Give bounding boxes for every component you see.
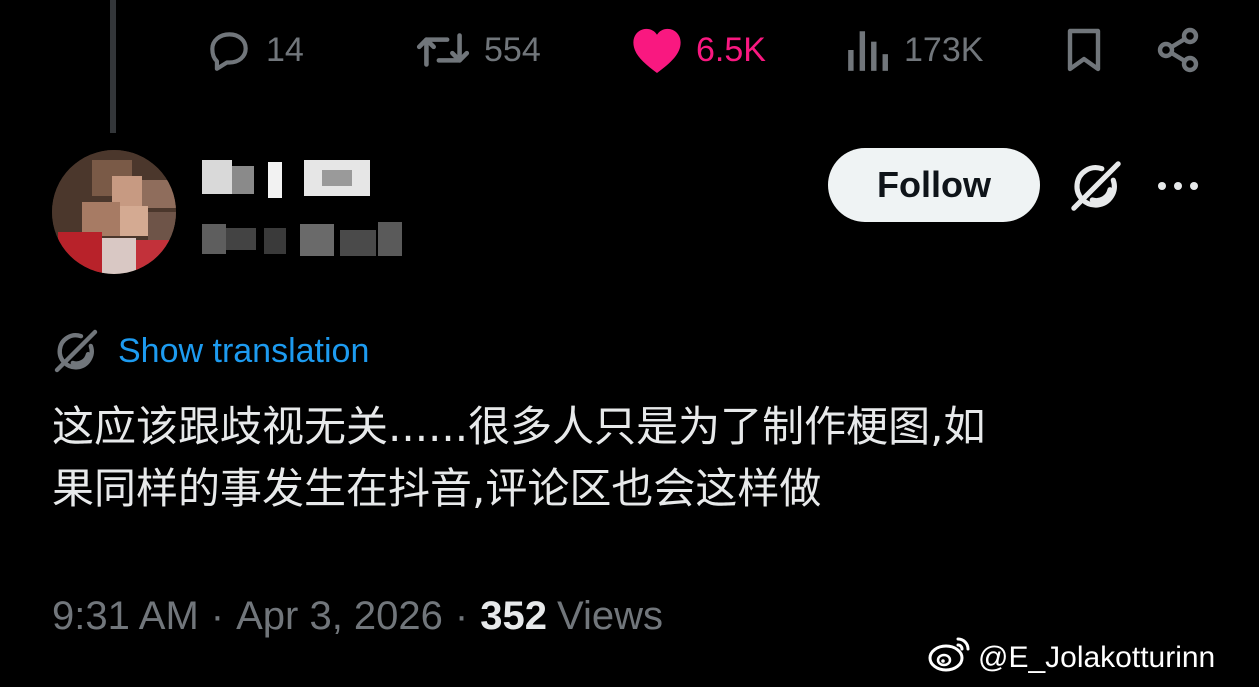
avatar-pixel bbox=[82, 202, 120, 236]
watermark-handle: @E_Jolakotturinn bbox=[978, 641, 1216, 674]
views-button[interactable]: 173K bbox=[846, 20, 983, 80]
views-icon bbox=[846, 25, 892, 75]
views-label: Views bbox=[557, 594, 663, 638]
pixel-block bbox=[202, 224, 226, 254]
reply-count: 14 bbox=[266, 30, 304, 69]
views-count-action: 173K bbox=[904, 30, 984, 69]
follow-button[interactable]: Follow bbox=[828, 148, 1040, 222]
translate-row: Show translation bbox=[52, 328, 369, 374]
pixel-block bbox=[340, 230, 376, 256]
repost-icon bbox=[414, 25, 472, 75]
share-button[interactable] bbox=[1154, 26, 1202, 74]
tweet-meta: 9:31 AM · Apr 3, 2026 · 352 Views bbox=[52, 594, 663, 639]
pixel-block bbox=[378, 222, 402, 256]
like-count: 6.5K bbox=[696, 30, 766, 69]
show-translation-link[interactable]: Show translation bbox=[118, 332, 369, 371]
bookmark-button[interactable] bbox=[1060, 26, 1108, 74]
reply-button[interactable]: 14 bbox=[204, 20, 304, 80]
grok-button[interactable] bbox=[1068, 158, 1124, 214]
avatar-pixel bbox=[102, 238, 136, 274]
pixel-block bbox=[300, 224, 334, 256]
weibo-icon bbox=[928, 635, 972, 681]
avatar[interactable] bbox=[52, 150, 176, 274]
meta-separator: · bbox=[454, 594, 469, 638]
pixel-block bbox=[322, 170, 352, 186]
avatar-pixel bbox=[120, 206, 148, 236]
reply-icon bbox=[204, 25, 254, 75]
like-icon bbox=[630, 25, 684, 75]
grok-icon bbox=[1068, 161, 1124, 218]
pixel-block bbox=[226, 228, 256, 250]
repost-count: 554 bbox=[484, 30, 541, 69]
translate-icon bbox=[52, 327, 100, 375]
repost-button[interactable]: 554 bbox=[414, 20, 541, 80]
avatar-pixel bbox=[148, 212, 176, 240]
more-button[interactable] bbox=[1152, 172, 1204, 200]
follow-label: Follow bbox=[877, 164, 991, 205]
share-icon bbox=[1154, 27, 1202, 78]
watermark: @E_Jolakotturinn bbox=[928, 636, 1215, 680]
pixel-block bbox=[264, 228, 286, 254]
more-icon bbox=[1152, 182, 1204, 204]
pixel-block bbox=[232, 166, 254, 194]
avatar-pixel bbox=[58, 232, 102, 274]
tweet-date[interactable]: Apr 3, 2026 bbox=[236, 594, 443, 639]
tweet-text: 这应该跟歧视无关......很多人只是为了制作梗图,如 果同样的事发生在抖音,评… bbox=[52, 402, 986, 513]
avatar-pixel bbox=[136, 240, 176, 274]
bookmark-icon bbox=[1060, 28, 1108, 78]
tweet-time[interactable]: 9:31 AM bbox=[52, 594, 199, 639]
pixel-block bbox=[268, 162, 282, 198]
meta-separator: · bbox=[210, 594, 225, 638]
author-name-pixelated[interactable] bbox=[198, 158, 438, 268]
views-count: 352 bbox=[480, 594, 547, 638]
like-button[interactable]: 6.5K bbox=[630, 20, 766, 80]
tweet-action-bar: 14 554 6.5K 173K bbox=[0, 20, 1259, 80]
pixel-block bbox=[202, 160, 232, 194]
avatar-pixel bbox=[142, 180, 176, 208]
